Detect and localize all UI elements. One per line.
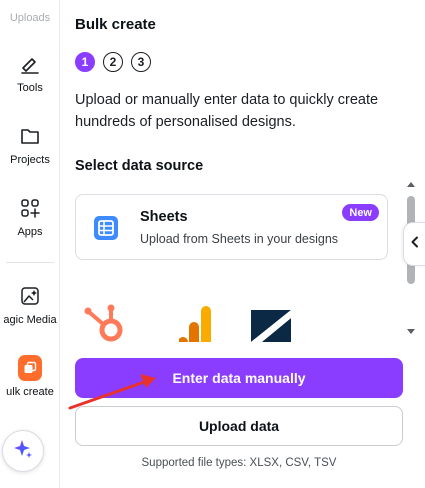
- card-title: Sheets: [140, 209, 188, 225]
- pen-icon: [18, 52, 42, 76]
- supported-file-types: Supported file types: XLSX, CSV, TSV: [141, 457, 337, 469]
- panel-title: Bulk create: [75, 16, 156, 33]
- rail-item-label: Uploads: [9, 12, 51, 24]
- magic-media-icon: [18, 284, 42, 308]
- bulk-create-panel: Bulk create 1 2 3 Upload or manually ent…: [61, 0, 425, 488]
- upload-data-button[interactable]: Upload data: [75, 406, 403, 446]
- panel-description: Upload or manually enter data to quickly…: [75, 92, 379, 130]
- rail-item-label: Tools: [17, 82, 43, 94]
- rail-item-label: ulk create: [6, 386, 54, 398]
- rail-item-uploads[interactable]: Uploads: [0, 12, 59, 24]
- section-title: Select data source: [75, 158, 204, 174]
- sheets-source-card[interactable]: Sheets Upload from Sheets in your design…: [75, 194, 388, 260]
- apps-grid-icon: [18, 196, 42, 220]
- sheets-icon: [94, 216, 118, 240]
- rail-item-bulk-create[interactable]: ulk create: [0, 355, 59, 398]
- sparkle-icon: [12, 438, 34, 465]
- collapse-panel-button[interactable]: [403, 222, 425, 266]
- hubspot-icon[interactable]: [81, 302, 127, 342]
- rail-item-apps[interactable]: Apps: [0, 196, 59, 238]
- side-rail: Uploads Tools Projects Apps agic Media u: [0, 0, 60, 488]
- step-2: 2: [103, 52, 123, 72]
- chevron-left-icon: [410, 235, 420, 253]
- new-badge: New: [342, 204, 379, 221]
- rail-item-label: Projects: [10, 154, 50, 166]
- smartsheet-icon[interactable]: [251, 310, 295, 342]
- bulk-create-icon: [18, 355, 42, 381]
- step-indicator: 1 2 3: [75, 52, 151, 72]
- magic-assistant-button[interactable]: [2, 430, 44, 472]
- rail-item-magic-media[interactable]: agic Media: [0, 284, 59, 326]
- google-analytics-icon[interactable]: [178, 304, 215, 342]
- step-1: 1: [75, 52, 95, 72]
- rail-item-label: agic Media: [3, 314, 57, 326]
- enter-data-manually-button[interactable]: Enter data manually: [75, 358, 403, 398]
- rail-item-projects[interactable]: Projects: [0, 124, 59, 166]
- card-subtitle: Upload from Sheets in your designs: [140, 232, 339, 246]
- rail-item-label: Apps: [17, 226, 43, 238]
- rail-item-tools[interactable]: Tools: [0, 52, 59, 94]
- step-3: 3: [131, 52, 151, 72]
- more-data-sources: [75, 300, 395, 342]
- rail-divider: [6, 262, 54, 263]
- folder-icon: [18, 124, 42, 148]
